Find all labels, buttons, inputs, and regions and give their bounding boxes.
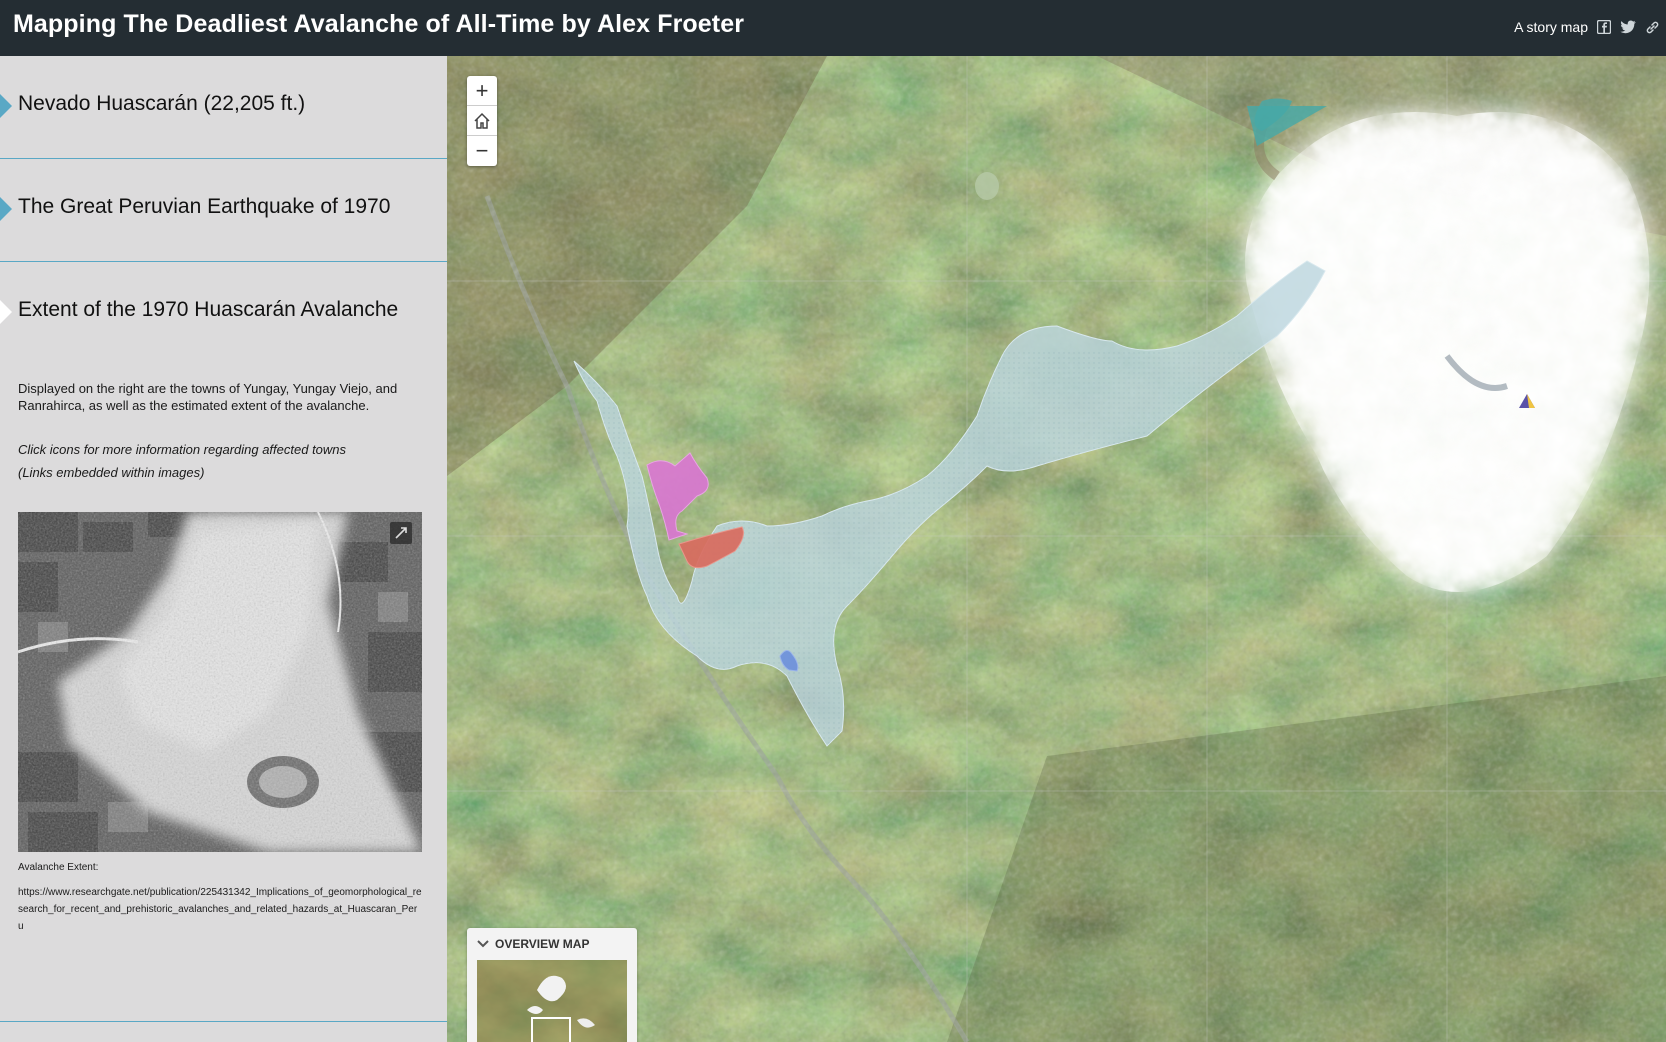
home-icon bbox=[474, 112, 490, 129]
caption-label: Avalanche Extent: bbox=[18, 862, 99, 873]
app-header: Mapping The Deadliest Avalanche of All-T… bbox=[0, 0, 1666, 56]
page-title: Mapping The Deadliest Avalanche of All-T… bbox=[13, 10, 745, 38]
tagline: A story map bbox=[1514, 19, 1588, 35]
map-view[interactable]: + − OVERVIEW MAP bbox=[447, 56, 1666, 1042]
overview-map-panel: OVERVIEW MAP bbox=[467, 928, 637, 1042]
section-earthquake-1970[interactable]: The Great Peruvian Earthquake of 1970 bbox=[0, 159, 447, 262]
twitter-icon[interactable] bbox=[1620, 19, 1636, 35]
section-arrow-icon bbox=[0, 197, 12, 221]
instruction-text: Click icons for more information regardi… bbox=[18, 442, 347, 457]
section-nevado-huascaran[interactable]: Nevado Huascarán (22,205 ft.) bbox=[0, 56, 447, 159]
link-icon[interactable] bbox=[1644, 19, 1660, 35]
section-title: The Great Peruvian Earthquake of 1970 bbox=[18, 195, 391, 218]
zoom-out-button[interactable]: − bbox=[467, 136, 497, 166]
section-arrow-icon bbox=[0, 94, 12, 118]
section-title: Nevado Huascarán (22,205 ft.) bbox=[18, 92, 306, 115]
header-actions: A story map bbox=[1514, 19, 1660, 35]
satellite-basemap bbox=[447, 56, 1666, 1042]
caption-link[interactable]: https://www.researchgate.net/publication… bbox=[18, 884, 422, 935]
facebook-icon[interactable] bbox=[1596, 19, 1612, 35]
avalanche-aerial-photo[interactable] bbox=[18, 512, 422, 852]
home-button[interactable] bbox=[467, 106, 497, 136]
zoom-controls: + − bbox=[467, 76, 497, 166]
overview-map-thumbnail[interactable] bbox=[477, 960, 627, 1042]
expand-image-icon[interactable] bbox=[390, 522, 412, 544]
section-arrow-icon bbox=[0, 300, 12, 324]
chevron-down-icon bbox=[477, 940, 489, 948]
zoom-in-button[interactable]: + bbox=[467, 76, 497, 106]
section-title: Extent of the 1970 Huascarán Avalanche bbox=[18, 298, 399, 321]
story-sidebar: Nevado Huascarán (22,205 ft.) The Great … bbox=[0, 56, 447, 1042]
note-text: (Links embedded within images) bbox=[18, 465, 205, 480]
section-description: Displayed on the right are the towns of … bbox=[18, 381, 398, 413]
section-avalanche-extent[interactable]: Extent of the 1970 Huascarán Avalanche D… bbox=[0, 262, 447, 1022]
overview-map-toggle[interactable]: OVERVIEW MAP bbox=[477, 937, 589, 951]
overview-map-label: OVERVIEW MAP bbox=[495, 937, 590, 951]
